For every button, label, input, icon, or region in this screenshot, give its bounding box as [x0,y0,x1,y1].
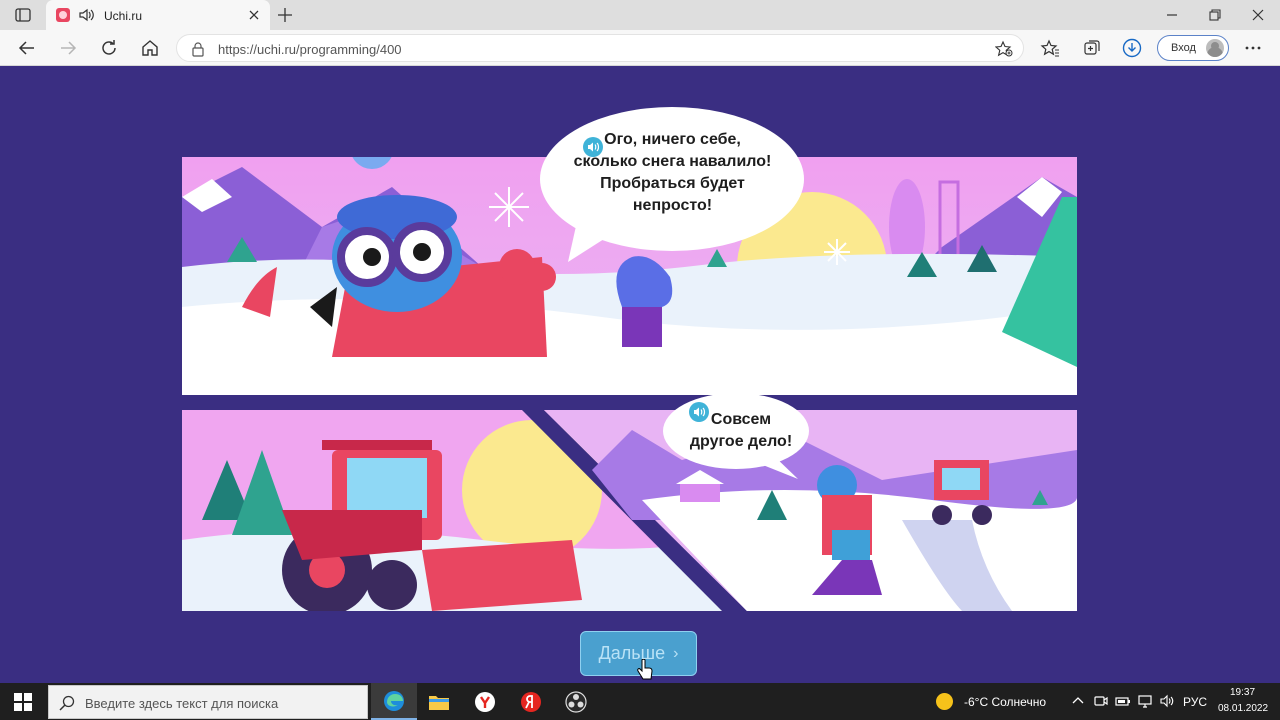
hand-cursor-icon [637,658,653,683]
input-language[interactable]: РУС [1183,695,1207,709]
network-icon[interactable] [1137,693,1153,709]
tab-title: Uchi.ru [104,9,143,23]
download-icon[interactable] [1122,38,1142,58]
windows-start-icon[interactable] [14,693,32,711]
clock-date[interactable]: 08.01.2022 [1218,703,1268,714]
home-icon[interactable] [140,38,160,58]
bubble-1-text: Ого, ничего себе, сколько снега навалило… [573,131,772,214]
add-favorite-icon[interactable] [994,40,1013,58]
speech-bubble-2: Совсем другое дело! [663,393,809,479]
lesson-page: Ого, ничего себе, сколько снега навалило… [0,67,1280,683]
uchi-favicon-icon [56,8,70,22]
lock-icon[interactable] [191,41,205,57]
comic-panel-2 [182,410,1077,611]
window-close-icon[interactable] [1249,6,1267,24]
battery-icon[interactable] [1115,693,1131,709]
forward-icon[interactable] [58,38,78,58]
search-placeholder: Введите здесь текст для поиска [85,696,279,711]
tab-uchi[interactable]: Uchi.ru [46,0,270,30]
weather-text[interactable]: -6°C Солнечно [964,695,1046,709]
yandex-icon[interactable] [508,683,554,720]
new-tab-icon[interactable] [276,6,294,24]
favorites-icon[interactable] [1040,38,1060,58]
edge-app-icon[interactable] [371,683,417,720]
chevron-right-icon: › [673,644,679,662]
collections-icon[interactable] [1082,38,1102,58]
file-explorer-icon[interactable] [416,683,462,720]
comic-panel-2-illustration [182,410,1077,611]
url-text[interactable]: https://uchi.ru/programming/400 [218,42,402,57]
bubble-2-text: Совсем другое дело! [689,411,793,450]
address-bar[interactable]: https://uchi.ru/programming/400 [176,34,1024,62]
minimize-icon[interactable] [1163,6,1181,24]
tab-bar: Uchi.ru [0,0,1280,30]
clock-time[interactable]: 19:37 [1230,687,1255,698]
speech-bubble-1: Ого, ничего себе, сколько снега навалило… [540,107,805,262]
tab-actions-icon[interactable] [9,5,37,25]
taskbar: Введите здесь текст для поиска -6°C Солн… [0,683,1280,720]
obs-icon[interactable] [553,683,599,720]
signin-button[interactable]: Вход [1157,35,1229,61]
speaker-icon[interactable] [78,6,96,24]
next-button-label: Дальше [598,643,666,663]
weather-sun-icon[interactable] [936,693,953,710]
refresh-icon[interactable] [99,38,119,58]
signin-label: Вход [1171,42,1196,54]
browser-toolbar: https://uchi.ru/programming/400 Вход [0,30,1280,66]
search-icon [59,695,75,711]
back-icon[interactable] [17,38,37,58]
yandex-browser-icon[interactable] [462,683,508,720]
avatar [1206,39,1224,57]
volume-icon[interactable] [1159,693,1175,709]
meet-now-icon[interactable] [1093,693,1109,709]
taskbar-search-box[interactable]: Введите здесь текст для поиска [48,685,368,719]
more-menu-icon[interactable] [1243,38,1263,58]
close-icon[interactable] [246,7,262,23]
restore-icon[interactable] [1206,6,1224,24]
chevron-up-icon[interactable] [1070,693,1086,709]
